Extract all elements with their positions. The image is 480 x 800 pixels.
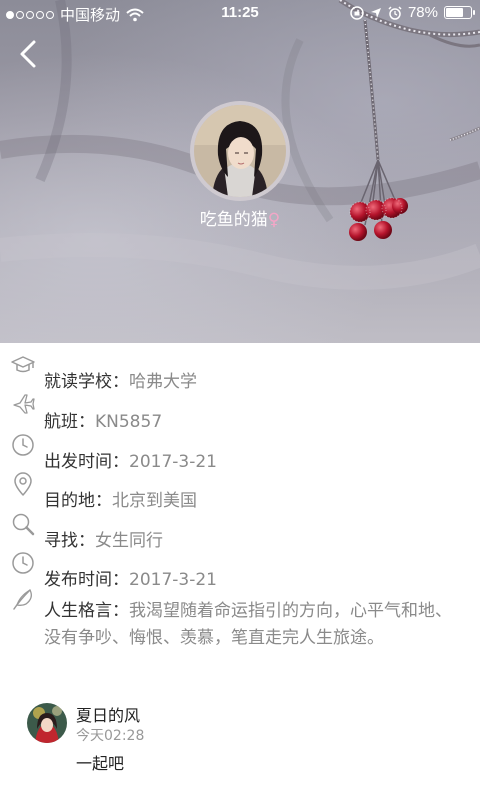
graduation-cap-icon	[11, 356, 35, 373]
profile-avatar[interactable]	[190, 101, 290, 201]
motto-field: 人生格言：我渴望随着命运指引的方向，心平气和地、没有争吵、悔恨、羡慕，笔直走完人…	[44, 598, 466, 652]
comment-text: 一起吧	[76, 754, 125, 773]
destination-label: 目的地：	[44, 491, 112, 511]
battery-percentage: 78%	[407, 4, 438, 21]
flight-value: KN5857	[95, 412, 163, 432]
flight-label: 航班：	[44, 412, 95, 432]
battery-icon	[444, 6, 475, 19]
feather-icon	[13, 589, 32, 610]
nickname-text: 吃鱼的猫	[199, 210, 268, 230]
alarm-icon	[388, 5, 402, 20]
profile-nickname: 吃鱼的猫♀	[0, 205, 480, 230]
status-bar: 中国移动 11:25 78%	[0, 0, 480, 26]
orientation-lock-icon	[350, 5, 364, 20]
search-icon	[12, 513, 35, 536]
seeking-field: 寻找：女生同行	[44, 526, 163, 551]
school-field: 就读学校：哈弗大学	[44, 367, 197, 392]
battery-level-fill	[446, 8, 463, 17]
seeking-value: 女生同行	[95, 531, 163, 551]
location-arrow-icon	[370, 7, 381, 18]
comment-item[interactable]: 夏日的风 今天02:28 一起吧	[0, 690, 480, 780]
school-label: 就读学校：	[44, 372, 129, 392]
commenter-avatar[interactable]	[27, 703, 67, 743]
destination-field: 目的地：北京到美国	[44, 486, 197, 511]
motto-label: 人生格言：	[44, 601, 129, 621]
departure-value: 2017-3-21	[129, 452, 217, 472]
profile-header: 中国移动 11:25 78% 吃鱼的猫♀	[0, 0, 480, 343]
location-pin-icon	[14, 472, 32, 496]
published-value: 2017-3-21	[129, 570, 217, 590]
comment-time: 今天02:28	[76, 728, 145, 744]
published-label: 发布时间：	[44, 570, 129, 590]
avatar-image	[194, 105, 286, 197]
airplane-icon	[13, 394, 35, 414]
commenter-name[interactable]: 夏日的风	[76, 702, 140, 726]
flight-field: 航班：KN5857	[44, 407, 162, 432]
clock-icon	[12, 434, 34, 456]
departure-field: 出发时间：2017-3-21	[44, 447, 217, 472]
clock-icon	[12, 552, 34, 574]
departure-label: 出发时间：	[44, 452, 129, 472]
published-field: 发布时间：2017-3-21	[44, 565, 217, 590]
female-gender-icon: ♀	[267, 210, 281, 230]
destination-value: 北京到美国	[112, 491, 197, 511]
back-arrow-icon[interactable]	[12, 36, 44, 72]
school-value: 哈弗大学	[129, 372, 197, 392]
seeking-label: 寻找：	[44, 531, 95, 551]
